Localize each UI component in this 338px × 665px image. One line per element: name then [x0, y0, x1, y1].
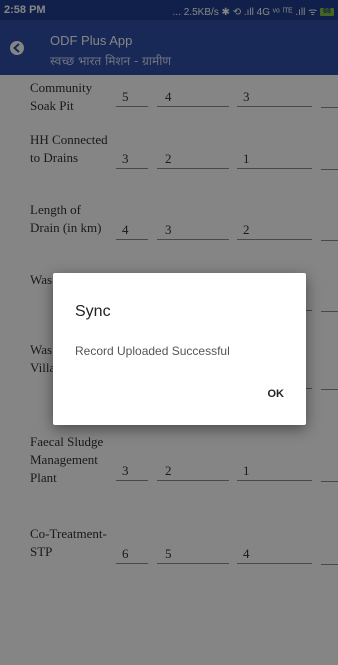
dialog-message: Record Uploaded Successful — [75, 344, 230, 358]
ok-button[interactable]: OK — [268, 388, 285, 400]
dialog-title: Sync — [75, 303, 111, 320]
sync-dialog: Sync Record Uploaded Successful OK — [53, 273, 306, 425]
